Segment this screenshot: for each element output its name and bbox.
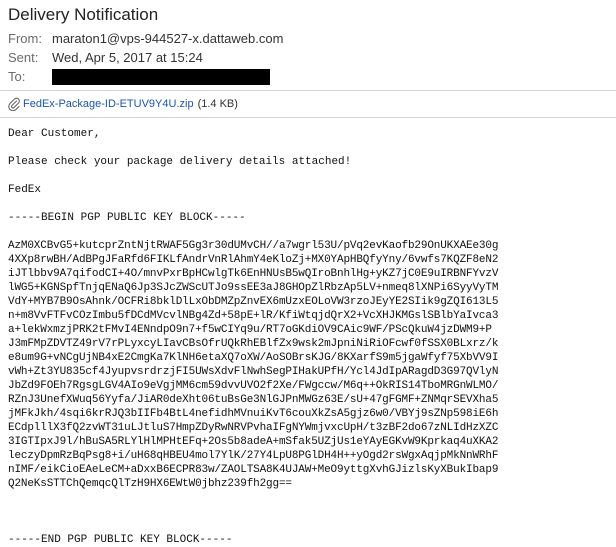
- key-line: JbZd9FOEh7RgsgLGV4AIo9eVgjMM6cm59dvvUVO2…: [8, 380, 499, 392]
- key-line: a+lekWxmzjPRK2tFMvI4ENndpO9n7+f5wCIYq9u/…: [8, 324, 492, 336]
- attachment-link[interactable]: FedEx-Package-ID-ETUV9Y4U.zip: [23, 98, 194, 110]
- key-line: 3IGTIpxJ9l/hBuSA5RLYlHlMPHtEFq+2Os5b8ade…: [8, 436, 499, 448]
- message-text: Please check your package delivery detai…: [8, 156, 352, 168]
- key-line: iJTlbbv9A7qifodCI+4O/mnvPxrBpHCwlgTk6EnH…: [8, 268, 499, 280]
- pgp-end-line: -----END PGP PUBLIC KEY BLOCK-----: [8, 534, 233, 546]
- key-line: e8um9G+vNCgUjNB4xE2CmgKa7KlNH6etaXQ7oXW/…: [8, 352, 499, 364]
- key-line: nIMF/eikCioEAeLeCM+aDxxB6ECPR83w/ZAOLTSA…: [8, 464, 499, 476]
- to-row: To:: [8, 67, 608, 86]
- sent-date: Wed, Apr 5, 2017 at 15:24: [52, 50, 203, 65]
- attachment-size: (1.4 KB): [197, 98, 238, 110]
- key-line: leczyDpmRzBqPsg8+i/uH68qHBEU4mol7YlK/27Y…: [8, 450, 499, 462]
- email-subject: Delivery Notification: [8, 5, 159, 24]
- greeting-text: Dear Customer,: [8, 128, 101, 140]
- key-line: VdY+MYB7B9OsAhnk/OCFRi8bklDlLxObDMZpZnvE…: [8, 296, 499, 308]
- key-line: vWh+Zt3YU835cf4JyupvsrdrzjFI5UWsXdvFlNwh…: [8, 366, 499, 378]
- pgp-begin-line: -----BEGIN PGP PUBLIC KEY BLOCK-----: [8, 212, 246, 224]
- sent-label: Sent:: [8, 50, 39, 65]
- paperclip-icon: [8, 97, 20, 112]
- attachment-row: FedEx-Package-ID-ETUV9Y4U.zip (1.4 KB): [0, 91, 616, 117]
- from-label: From:: [8, 31, 42, 46]
- key-line: AzM0XCBvG5+kutcprZntNjtRWAF5Gg3r30dUMvCH…: [8, 240, 499, 252]
- signature-text: FedEx: [8, 184, 42, 196]
- to-label: To:: [8, 69, 26, 84]
- key-line: n+m8VvFTFvCOzImbu5fDCdMVcvlNBg4Zd+58pE+l…: [8, 310, 499, 322]
- email-body: Dear Customer, Please check your package…: [0, 118, 616, 547]
- redacted-recipient: [52, 68, 270, 85]
- key-line: Q2NeKsSTTChQemqcQlTzH9HX6EWtW0jbhz239fh2…: [8, 478, 292, 490]
- key-line: J3mFMpZDVTZ49rV7rPLyxcyLIavCBsOfrUQkRhEB…: [8, 338, 499, 350]
- key-line: lWG5+KGNSpfTnjqENaQ6Jp3SJcZWScUTJo9ssEE3…: [8, 282, 499, 294]
- key-line: jMFkJkh/4sqi6krRJQ3bIIFb4BtL4nefidhMVnui…: [8, 408, 499, 420]
- sender-address[interactable]: maraton1@vps-944527-x.dattaweb.com: [52, 31, 283, 46]
- email-header: Delivery Notification From: maraton1@vps…: [0, 0, 616, 86]
- key-line: 4XXp8rwBH/AdBPgJFaRfd6FIKLfAndrVnRlAhmY4…: [8, 254, 499, 266]
- key-line: RZnJ3UnefXWuq56Yyfa/JiAR0deXht06tuBsGe3N…: [8, 394, 499, 406]
- sent-row: Sent: Wed, Apr 5, 2017 at 15:24: [8, 48, 608, 67]
- from-row: From: maraton1@vps-944527-x.dattaweb.com: [8, 29, 608, 48]
- key-line: ECdplllX3fQ2zvWT31uLJtluS7HmpZDyRwNRVPvh…: [8, 422, 499, 434]
